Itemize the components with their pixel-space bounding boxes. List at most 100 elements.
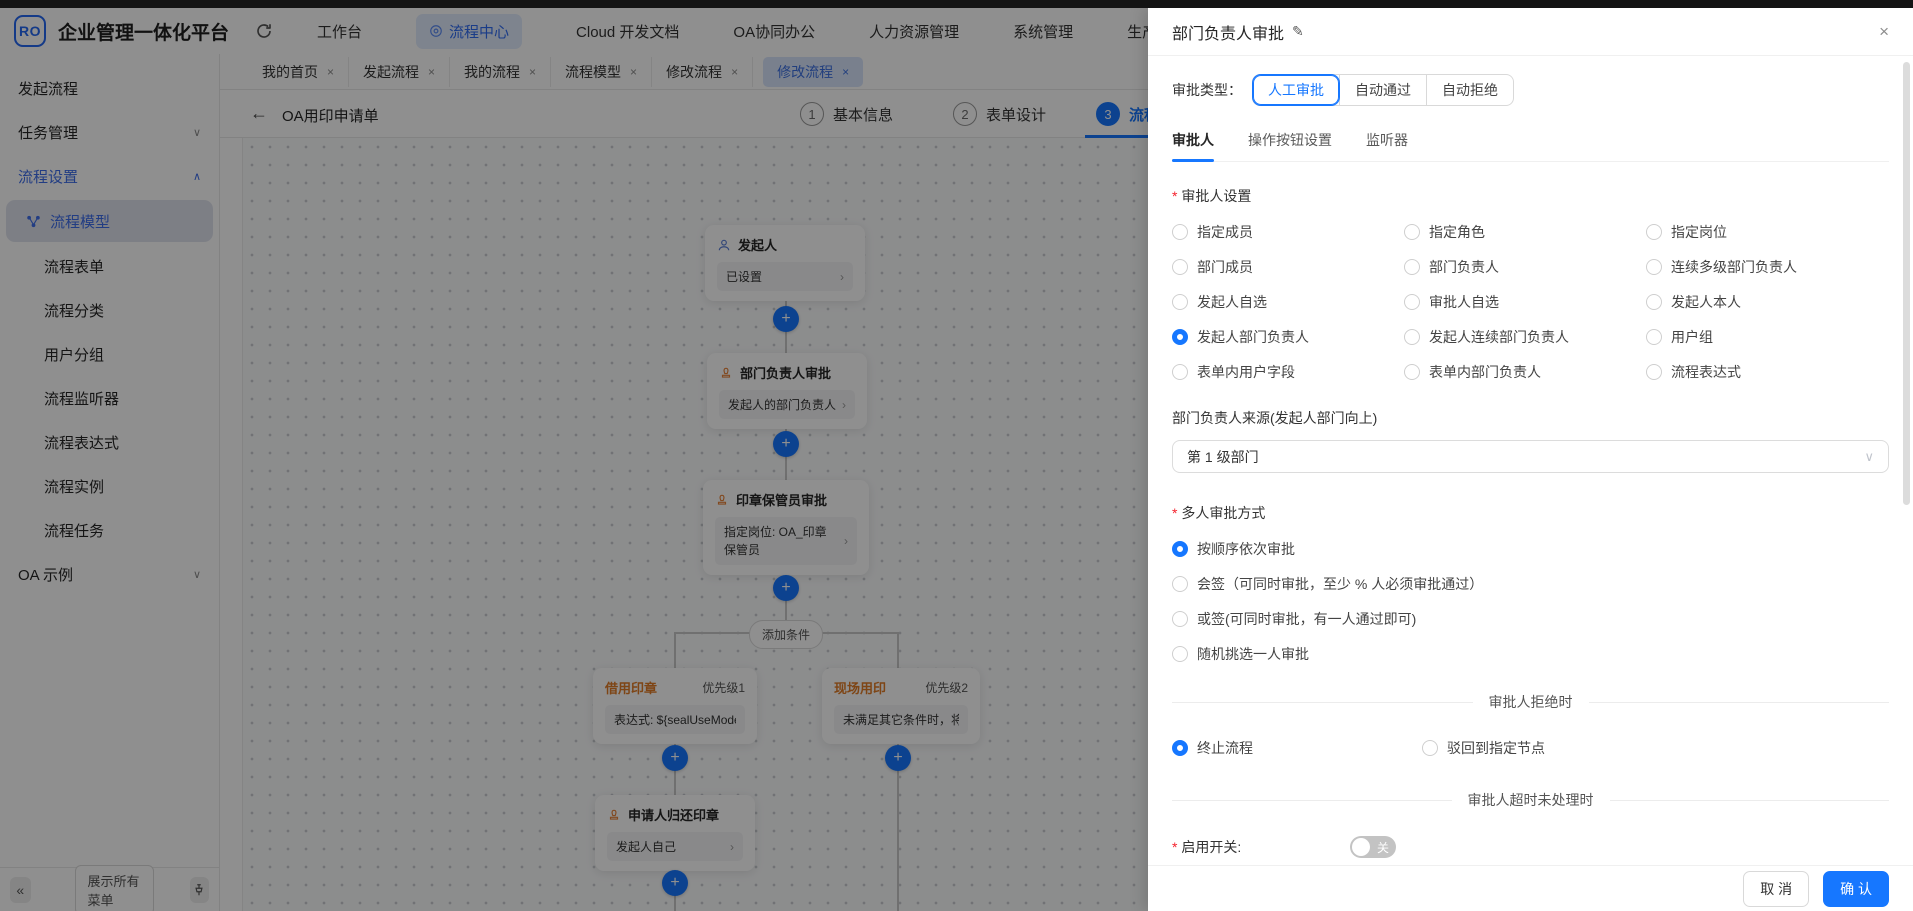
chevron-down-icon: ∨ [1864,448,1874,464]
radio-label: 表单内部门负责人 [1429,364,1541,380]
approver-option[interactable]: 指定岗位 [1646,222,1889,242]
close-icon[interactable]: × [1879,22,1889,42]
approver-option[interactable]: 发起人本人 [1646,292,1889,312]
divider-on-reject: 审批人拒绝时 [1172,692,1889,712]
divider-label: 审批人拒绝时 [1488,694,1573,710]
edit-icon[interactable]: ✎ [1292,23,1304,40]
drawer-header: 部门负责人审批 ✎ × [1148,8,1913,56]
radio-label: 指定岗位 [1671,224,1727,240]
radio-icon [1646,364,1662,380]
approver-option[interactable]: 部门负责人 [1404,257,1646,277]
drawer-tabs: 审批人 操作按钮设置 监听器 [1172,130,1889,162]
radio-icon [1172,740,1188,756]
multi-approve-option[interactable]: 会签（可同时审批，至少 % 人必须审批通过） [1172,574,1889,594]
approver-option[interactable]: 审批人自选 [1404,292,1646,312]
radio-icon [1404,329,1420,345]
cancel-button[interactable]: 取 消 [1743,870,1810,907]
toggle-knob [1352,838,1370,856]
approval-type-auto-reject[interactable]: 自动拒绝 [1426,75,1513,105]
approver-options: 指定成员 指定角色 指定岗位 部门成员 部门负责人 连续多级部门负责人 发起人自… [1172,222,1889,382]
reject-option[interactable]: 驳回到指定节点 [1422,738,1889,758]
approver-option[interactable]: 流程表达式 [1646,362,1889,382]
divider-on-timeout: 审批人超时未处理时 [1172,790,1889,810]
multi-approve-label: 多人审批方式 [1172,503,1889,523]
multi-approve-option-selected[interactable]: 按顺序依次审批 [1172,539,1889,559]
radio-label: 部门成员 [1197,259,1253,275]
approval-type-label: 审批类型： [1172,82,1242,98]
confirm-button[interactable]: 确 认 [1823,870,1889,907]
radio-label: 指定成员 [1197,224,1253,240]
radio-icon [1172,224,1188,240]
radio-label: 会签（可同时审批，至少 % 人必须审批通过） [1197,576,1484,592]
select-value: 第 1 级部门 [1187,448,1259,465]
approver-option[interactable]: 发起人自选 [1172,292,1404,312]
radio-label: 驳回到指定节点 [1447,740,1545,756]
divider-label: 审批人超时未处理时 [1467,792,1594,808]
radio-icon [1172,541,1188,557]
radio-icon [1646,259,1662,275]
radio-icon [1404,259,1420,275]
radio-label: 表单内用户字段 [1197,364,1295,380]
radio-icon [1172,294,1188,310]
radio-icon [1404,224,1420,240]
reject-option-selected[interactable]: 终止流程 [1172,738,1422,758]
multi-approve-option[interactable]: 随机挑选一人审批 [1172,644,1889,664]
radio-icon [1172,329,1188,345]
drawer-body: 审批类型： 人工审批 自动通过 自动拒绝 审批人 操作按钮设置 监听器 审批人设… [1148,56,1913,865]
enable-switch-toggle[interactable]: 关 [1350,836,1396,858]
radio-icon [1646,294,1662,310]
dept-source-label: 部门负责人来源(发起人部门向上) [1172,410,1378,426]
drawer-title: 部门负责人审批 [1172,25,1285,43]
radio-icon [1172,576,1188,592]
radio-label: 部门负责人 [1429,259,1499,275]
approver-setting-label: 审批人设置 [1172,186,1889,206]
radio-icon [1646,224,1662,240]
multi-approve-option[interactable]: 或签(可同时审批，有一人通过即可) [1172,609,1889,629]
radio-label: 发起人本人 [1671,294,1741,310]
radio-icon [1172,364,1188,380]
radio-label: 用户组 [1671,329,1713,345]
approval-type-manual[interactable]: 人工审批 [1253,75,1339,105]
radio-icon [1172,646,1188,662]
drawer-footer: 取 消 确 认 [1148,865,1913,911]
approver-option[interactable]: 发起人连续部门负责人 [1404,327,1646,347]
radio-label: 发起人自选 [1197,294,1267,310]
radio-label: 指定角色 [1429,224,1485,240]
approval-type-auto-pass[interactable]: 自动通过 [1339,75,1426,105]
approver-option[interactable]: 连续多级部门负责人 [1646,257,1889,277]
approver-option[interactable]: 用户组 [1646,327,1889,347]
tab-listener[interactable]: 监听器 [1366,130,1408,161]
radio-label: 按顺序依次审批 [1197,541,1295,557]
radio-label: 审批人自选 [1429,294,1499,310]
radio-icon [1172,259,1188,275]
approval-settings-drawer: 部门负责人审批 ✎ × 审批类型： 人工审批 自动通过 自动拒绝 审批人 操作按… [1148,8,1913,911]
tab-action-buttons[interactable]: 操作按钮设置 [1248,130,1332,161]
approver-option-selected[interactable]: 发起人部门负责人 [1172,327,1404,347]
approval-type-segmented: 人工审批 自动通过 自动拒绝 [1252,74,1514,106]
approval-type-row: 审批类型： 人工审批 自动通过 自动拒绝 [1172,74,1889,106]
multi-approve-options: 按顺序依次审批 会签（可同时审批，至少 % 人必须审批通过） 或签(可同时审批，… [1172,539,1889,664]
radio-label: 随机挑选一人审批 [1197,646,1309,662]
radio-label: 流程表达式 [1671,364,1741,380]
dept-source-select[interactable]: 第 1 级部门 ∨ [1172,440,1889,473]
tab-approver[interactable]: 审批人 [1172,130,1214,162]
approver-option[interactable]: 表单内用户字段 [1172,362,1404,382]
approver-option[interactable]: 表单内部门负责人 [1404,362,1646,382]
drawer-scrollbar[interactable] [1903,62,1910,505]
radio-label: 终止流程 [1197,740,1253,756]
window-top-strip [0,0,1913,8]
radio-label: 发起人部门负责人 [1197,329,1309,345]
enable-switch-row: 启用开关: 关 [1172,836,1889,858]
radio-label: 连续多级部门负责人 [1671,259,1797,275]
radio-icon [1646,329,1662,345]
toggle-state-label: 关 [1376,841,1389,855]
radio-label: 发起人连续部门负责人 [1429,329,1569,345]
enable-switch-label: 启用开关: [1172,837,1350,857]
radio-icon [1172,611,1188,627]
radio-label: 或签(可同时审批，有一人通过即可) [1197,611,1417,627]
approver-option[interactable]: 指定成员 [1172,222,1404,242]
reject-options: 终止流程 驳回到指定节点 [1172,738,1889,758]
radio-icon [1404,294,1420,310]
approver-option[interactable]: 指定角色 [1404,222,1646,242]
approver-option[interactable]: 部门成员 [1172,257,1404,277]
